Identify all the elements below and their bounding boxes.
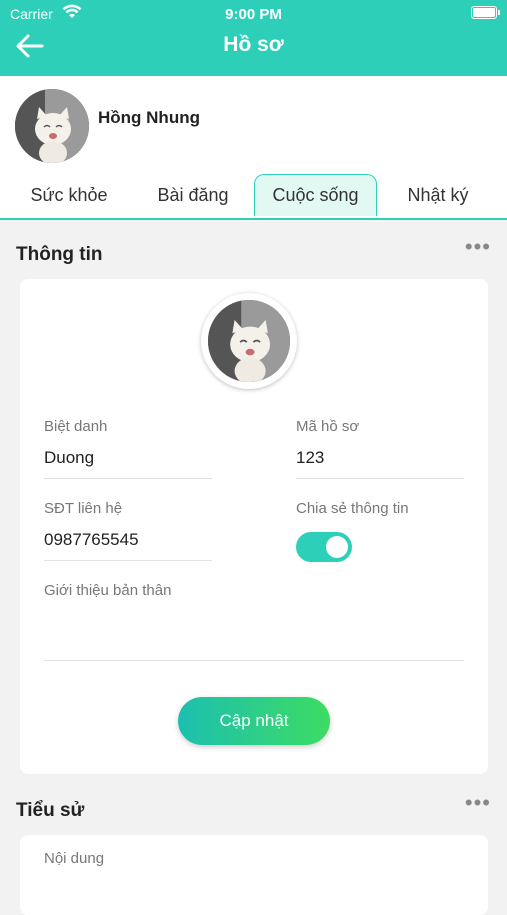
bio-content-label: Nội dung [44, 850, 105, 867]
info-more-icon[interactable]: ••• [465, 236, 491, 258]
tab-diary[interactable]: Nhật ký [386, 174, 490, 216]
nickname-label: Biệt danh [44, 418, 108, 435]
intro-input[interactable] [44, 660, 464, 661]
share-info-toggle[interactable] [296, 532, 352, 562]
app-header: Carrier 9:00 PM Hồ sơ [0, 0, 507, 76]
avatar[interactable] [15, 89, 89, 163]
phone-label: SĐT liên hệ [44, 500, 123, 517]
clock: 9:00 PM [225, 6, 282, 23]
bio-more-icon[interactable]: ••• [465, 792, 491, 814]
profile-header: Hồng Nhung Sức khỏe Bài đăng Cuộc sống N… [0, 76, 507, 220]
profile-code-label: Mã hồ sơ [296, 418, 360, 435]
tab-life[interactable]: Cuộc sống [254, 174, 377, 216]
share-info-label: Chia sẻ thông tin [296, 500, 409, 517]
update-button[interactable]: Cập nhật [178, 697, 330, 745]
page-title: Hồ sơ [223, 33, 284, 56]
profile-code-value: 123 [296, 448, 325, 467]
bio-section-title: Tiểu sử [16, 800, 85, 821]
phone-input[interactable]: 0987765545 [44, 530, 139, 550]
info-card: Biệt danh Duong Mã hồ sơ 123 SĐT liên hệ… [20, 279, 488, 774]
info-section-title: Thông tin [16, 244, 103, 265]
battery-icon [471, 6, 500, 19]
bio-card: Nội dung [20, 835, 488, 915]
tab-bar: Sức khỏe Bài đăng Cuộc sống Nhật ký [0, 174, 507, 220]
status-bar: Carrier 9:00 PM [0, 0, 507, 28]
intro-label: Giới thiệu bản thân [44, 582, 172, 599]
profile-photo[interactable] [201, 293, 297, 389]
tab-posts[interactable]: Bài đăng [138, 174, 248, 216]
cat-photo-icon [15, 89, 89, 163]
nickname-input[interactable]: Duong [44, 448, 94, 468]
profile-name: Hồng Nhung [98, 108, 200, 127]
tab-health[interactable]: Sức khỏe [14, 174, 124, 216]
cat-photo-icon [208, 300, 290, 382]
